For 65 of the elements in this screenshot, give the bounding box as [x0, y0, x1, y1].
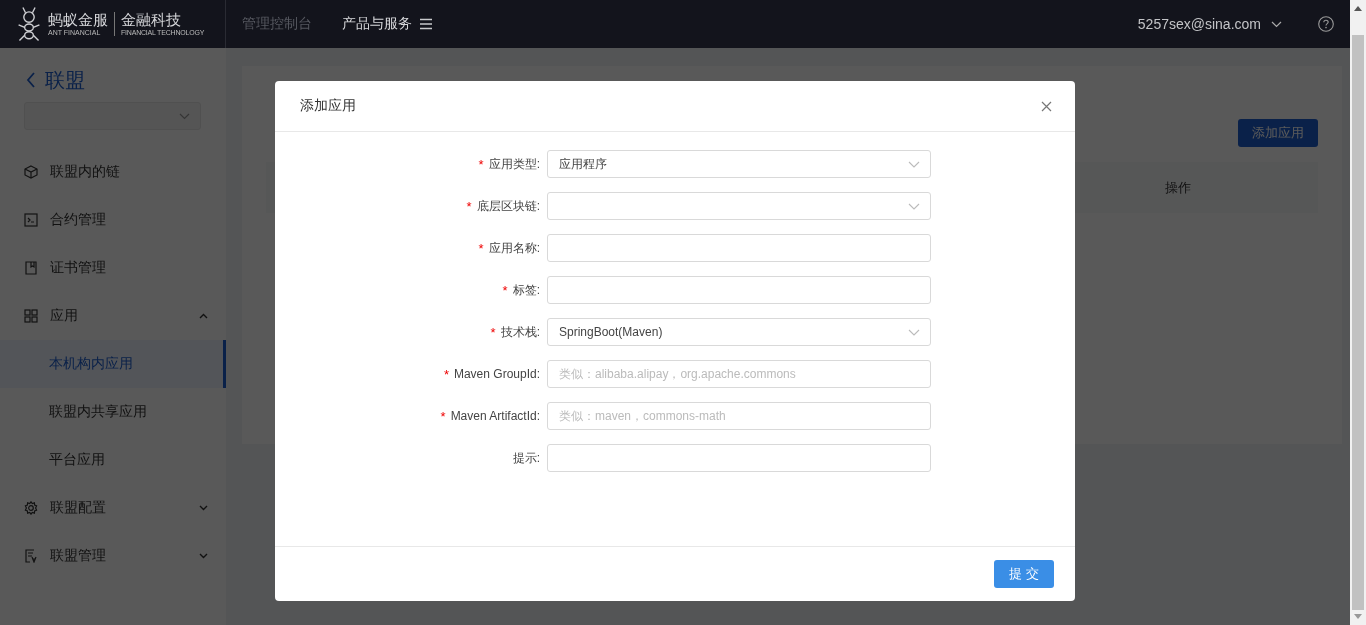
grid-icon — [24, 309, 38, 323]
caret-icon — [199, 313, 208, 319]
input-field[interactable]: 类似：maven，commons-math — [547, 402, 931, 430]
select-field[interactable] — [24, 102, 201, 130]
menu-icon[interactable] — [420, 18, 432, 30]
field-label: Maven GroupId: — [453, 367, 540, 381]
field-label: 提示: — [512, 449, 540, 467]
required-mark: * — [440, 408, 446, 424]
caret-icon — [199, 553, 208, 559]
gear-icon — [24, 501, 38, 515]
required-mark: * — [490, 324, 496, 340]
input-field[interactable] — [547, 234, 931, 262]
required-mark: * — [502, 282, 508, 298]
scrollbar[interactable] — [1350, 0, 1366, 625]
help-icon[interactable] — [1318, 16, 1334, 32]
input-field[interactable]: 类似：alibaba.alipay，org.apache.commons — [547, 360, 931, 388]
chevron-down-icon — [179, 112, 190, 120]
logo-name: 蚂蚁金服 — [48, 12, 108, 27]
menu-item[interactable]: 证书管理 — [0, 244, 226, 292]
select-field[interactable] — [547, 192, 931, 220]
nav-link[interactable]: 产品与服务 — [342, 15, 432, 33]
field-label: 技术栈: — [500, 323, 540, 341]
cube-icon — [24, 165, 38, 179]
field-label: 应用类型: — [488, 155, 540, 173]
submenu-item[interactable]: 平台应用 — [0, 436, 226, 484]
terminal-icon — [24, 213, 38, 227]
input-field[interactable] — [547, 276, 931, 304]
field-label: 标签: — [512, 281, 540, 299]
submenu-item[interactable]: 本机构内应用 — [0, 340, 226, 388]
submit-button[interactable]: 提 交 — [994, 560, 1054, 588]
menu-item[interactable]: 合约管理 — [0, 196, 226, 244]
required-mark: * — [466, 198, 472, 214]
required-mark: * — [478, 156, 484, 172]
scroll-down-icon[interactable] — [1354, 614, 1362, 619]
chevron-down-icon — [908, 202, 920, 210]
logo-tagline: 金融科技 — [121, 12, 182, 27]
menu-item[interactable]: 联盟配置 — [0, 484, 226, 532]
caret-icon — [199, 505, 208, 511]
submenu-item[interactable]: 联盟内共享应用 — [0, 388, 226, 436]
required-mark: * — [443, 366, 449, 382]
back-chevron-icon[interactable] — [26, 72, 36, 88]
chevron-down-icon — [908, 328, 920, 336]
nav-link[interactable]: 管理控制台 — [242, 15, 312, 33]
column-header: 操作 — [1164, 178, 1192, 197]
chevron-down-icon — [908, 160, 920, 168]
required-mark: * — [478, 240, 484, 256]
field-label: 底层区块链: — [476, 197, 540, 215]
field-label: 应用名称: — [488, 239, 540, 257]
user-email[interactable]: 5257sex@sina.com — [1137, 16, 1261, 32]
select-field[interactable]: 应用程序 — [547, 150, 931, 178]
menu-item[interactable]: 联盟内的链 — [0, 148, 226, 196]
book-icon — [24, 261, 38, 275]
add-app-button[interactable]: 添加应用 — [1238, 119, 1318, 147]
input-field[interactable] — [547, 444, 931, 472]
back-link[interactable]: 联盟 — [45, 66, 85, 94]
chevron-down-icon[interactable] — [1271, 20, 1282, 28]
menu-item[interactable]: 应用 — [0, 292, 226, 340]
dialog-title: 添加应用 — [300, 97, 356, 115]
menu-item[interactable]: 联盟管理 — [0, 532, 226, 580]
select-field[interactable]: SpringBoot(Maven) — [547, 318, 931, 346]
close-icon[interactable] — [1041, 100, 1052, 112]
field-label: Maven ArtifactId: — [450, 409, 540, 423]
document-icon — [24, 549, 38, 563]
scroll-up-icon[interactable] — [1354, 6, 1362, 11]
ant-logo-icon — [16, 5, 42, 43]
